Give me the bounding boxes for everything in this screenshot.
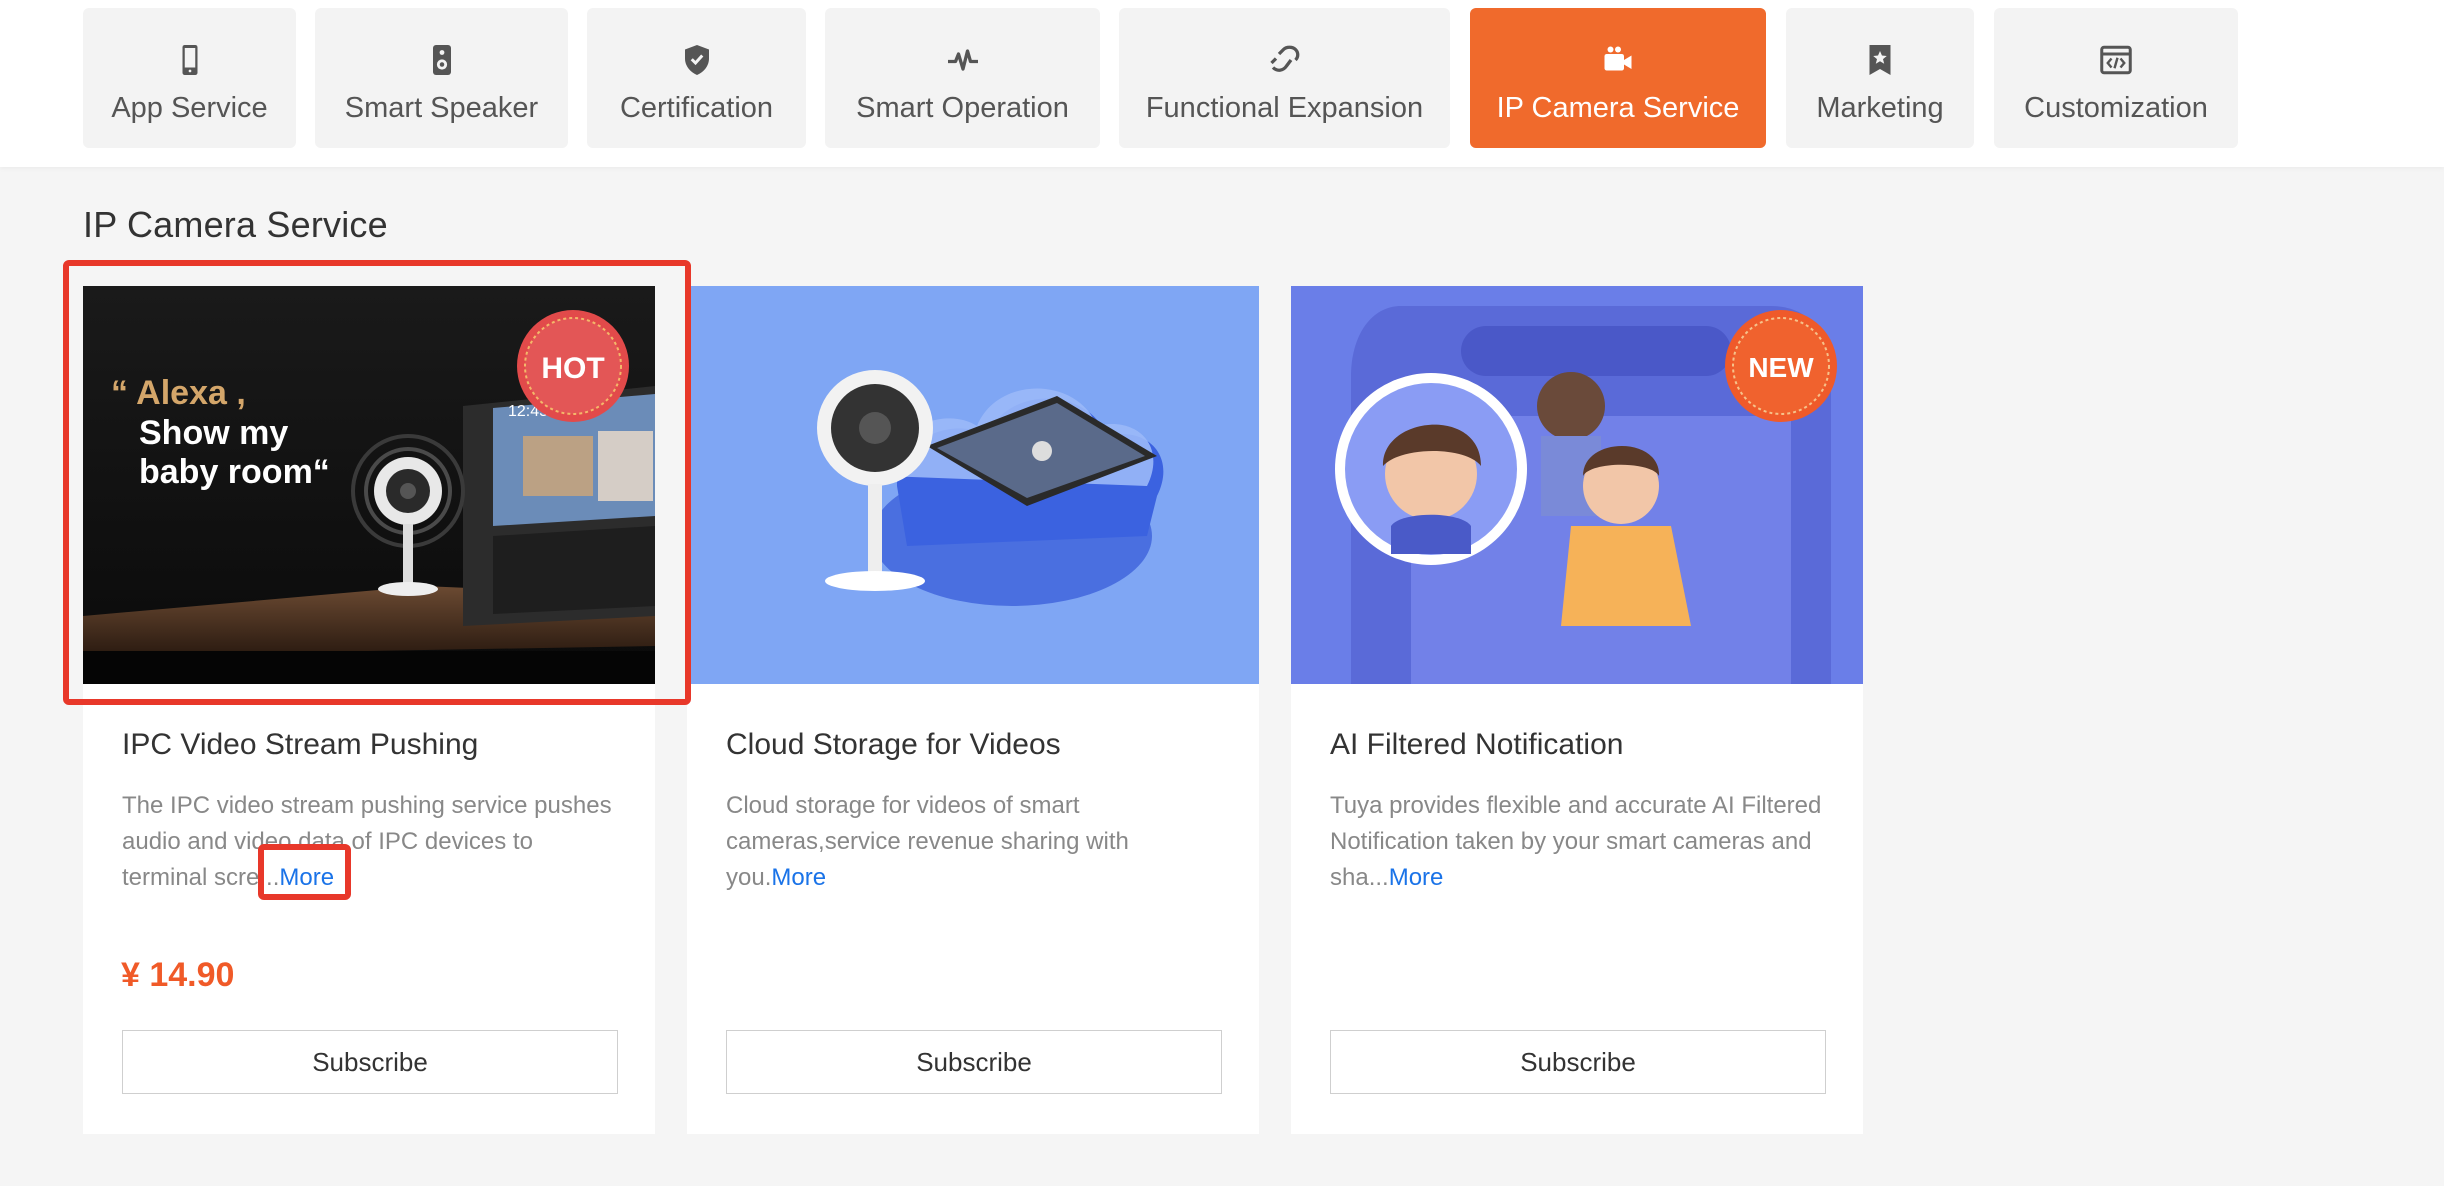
speaker-icon [422,40,462,80]
tab-label: Smart Speaker [344,92,539,124]
tab-label: Customization [2024,92,2208,124]
plug-icon [1265,40,1305,80]
description-text: The IPC video stream pushing service pus… [122,792,612,891]
new-badge: NEW [1725,310,1837,422]
more-link[interactable]: More [279,864,334,891]
tab-certification[interactable]: Certification [587,8,806,148]
tab-smart-speaker[interactable]: Smart Speaker [315,8,568,148]
tab-label: Marketing [1816,92,1944,124]
price: ¥ 14.90 [121,956,235,994]
hot-badge: HOT [517,310,629,422]
card-image: 12:45 “ Alexa , Show my baby room“ HOT [83,286,655,684]
phone-icon [170,40,210,80]
tab-customization[interactable]: Customization [1994,8,2238,148]
service-card-ai-filtered-notification[interactable]: NEW AI Filtered Notification Tuya provid… [1291,286,1863,1134]
card-title: AI Filtered Notification [1330,728,1624,761]
image-quote-line-1: “ Alexa , [111,374,246,412]
more-link[interactable]: More [1389,864,1444,891]
tab-marketing[interactable]: Marketing [1786,8,1974,148]
tab-app-service[interactable]: App Service [83,8,296,148]
service-card-cloud-storage[interactable]: Cloud Storage for Videos Cloud storage f… [687,286,1259,1134]
card-description: The IPC video stream pushing service pus… [122,788,622,896]
badge-label: HOT [541,352,604,385]
pulse-icon [943,40,983,80]
tab-label: App Service [111,92,268,124]
tab-label: IP Camera Service [1496,92,1740,124]
category-tab-bar: App Service Smart Speaker Certification … [0,0,2444,167]
tab-functional-expansion[interactable]: Functional Expansion [1119,8,1450,148]
tab-label: Functional Expansion [1145,92,1424,124]
tab-label: Smart Operation [856,92,1069,124]
camera-icon [1598,40,1638,80]
card-image [687,286,1259,684]
subscribe-button[interactable]: Subscribe [122,1030,618,1094]
shield-icon [677,40,717,80]
subscribe-button[interactable]: Subscribe [1330,1030,1826,1094]
subscribe-button[interactable]: Subscribe [726,1030,1222,1094]
card-title: IPC Video Stream Pushing [122,728,479,761]
badge-label: NEW [1748,352,1814,383]
image-quote-line-3: baby room“ [139,453,330,491]
bookmark-star-icon [1860,40,1900,80]
code-window-icon [2096,40,2136,80]
tab-label: Certification [619,92,774,124]
service-card-ipc-video-stream[interactable]: 12:45 “ Alexa , Show my baby room“ HOT I… [83,286,655,1134]
tab-ip-camera-service[interactable]: IP Camera Service [1470,8,1766,148]
card-image: NEW [1291,286,1863,684]
card-title: Cloud Storage for Videos [726,728,1061,761]
section-title: IP Camera Service [83,204,388,245]
image-quote-line-2: Show my [139,414,288,452]
card-description: Cloud storage for videos of smart camera… [726,788,1226,896]
card-description: Tuya provides flexible and accurate AI F… [1330,788,1830,896]
more-link[interactable]: More [771,864,826,891]
tab-smart-operation[interactable]: Smart Operation [825,8,1100,148]
